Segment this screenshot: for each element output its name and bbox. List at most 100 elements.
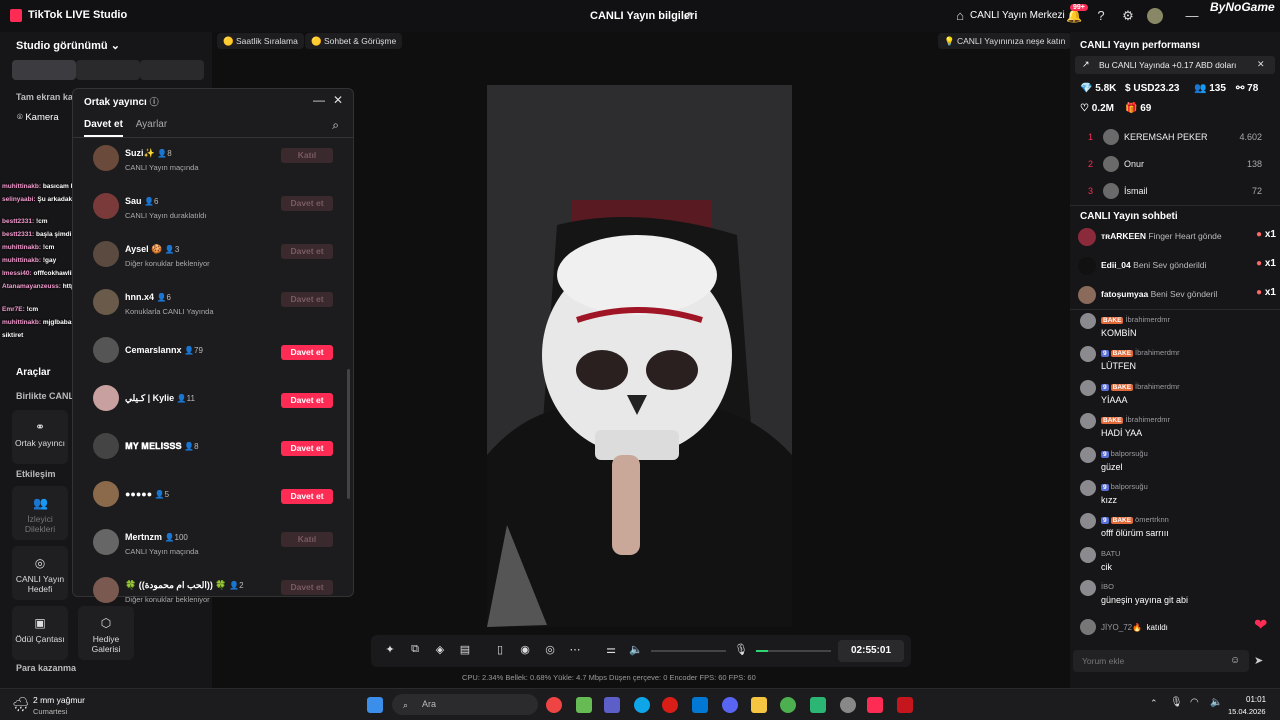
- obs-icon[interactable]: [840, 697, 856, 713]
- chrome-icon[interactable]: [546, 697, 562, 713]
- live-center-link[interactable]: CANLI Yayın Merkezi: [970, 10, 1065, 21]
- follower-count: 👤2: [229, 581, 244, 590]
- gear-icon[interactable]: ⚙: [1120, 8, 1136, 24]
- tiktok-taskbar-icon[interactable]: [867, 697, 883, 713]
- cohost-list-item: Sau 👤6 CANLI Yayın duraklatıldı Davet et: [93, 193, 333, 233]
- folder-icon[interactable]: [751, 697, 767, 713]
- invite-button[interactable]: Davet et: [281, 489, 333, 504]
- weather-icon: 🌧: [12, 696, 30, 712]
- windows-start-icon[interactable]: [367, 697, 383, 713]
- minimize-popup-icon[interactable]: —: [313, 93, 325, 107]
- popup-title: Ortak yayıncı ⓘ: [84, 97, 159, 108]
- record-icon[interactable]: ◉: [518, 643, 532, 656]
- video-app-icon[interactable]: [897, 697, 913, 713]
- reward-bag-tool[interactable]: ▣ Ödül Çantası: [12, 606, 68, 660]
- magic-icon[interactable]: ✦: [383, 643, 397, 656]
- gift-icon: ●: [1256, 229, 1263, 240]
- translate-icon[interactable]: ⧉: [408, 643, 422, 656]
- portrait-mode-button[interactable]: [12, 60, 76, 80]
- microphone-icon[interactable]: 🎙: [734, 643, 748, 656]
- mic-tray-icon[interactable]: 🎙: [1170, 697, 1183, 708]
- studio-view-dropdown[interactable]: Studio görünümü ⌄: [16, 39, 120, 52]
- overlay-chat-message: muhittinakb: !cm: [2, 244, 55, 251]
- wifi-icon[interactable]: ◠: [1190, 697, 1199, 708]
- files-icon[interactable]: [576, 697, 592, 713]
- tab-invite[interactable]: Davet et: [84, 119, 123, 137]
- clock-date[interactable]: 15.04.2026: [1228, 707, 1266, 716]
- help-icon[interactable]: ?: [1093, 8, 1109, 24]
- invite-button[interactable]: Davet et: [281, 292, 333, 307]
- invite-button[interactable]: Davet et: [281, 441, 333, 456]
- cohost-list-item: Cemarslannx 👤79 Davet et: [93, 337, 333, 377]
- discord-icon[interactable]: [722, 697, 738, 713]
- add-fun-chip[interactable]: 💡 CANLI Yayınınıza neşe katın: [938, 33, 1072, 49]
- cohost-tool[interactable]: ⚭ Ortak yayıncı: [12, 410, 68, 464]
- cohost-name: ●●●●● 👤5: [125, 489, 170, 499]
- teams-icon[interactable]: [604, 697, 620, 713]
- ranking-name[interactable]: Onur: [1124, 159, 1144, 169]
- edge-icon[interactable]: [634, 697, 650, 713]
- opera-icon[interactable]: [662, 697, 678, 713]
- capture-icon[interactable]: ◎: [543, 643, 557, 656]
- invite-button[interactable]: Katıl: [281, 148, 333, 163]
- follower-count: 👤5: [154, 490, 170, 499]
- landscape-mode-button[interactable]: [76, 60, 140, 80]
- invite-button[interactable]: Davet et: [281, 393, 333, 408]
- scrollbar[interactable]: [347, 369, 350, 499]
- ranking-value: 4.602: [1239, 132, 1262, 142]
- tools-heading: Araçlar: [16, 367, 51, 378]
- store-icon[interactable]: [692, 697, 708, 713]
- multi-mode-button[interactable]: [140, 60, 204, 80]
- share-icon[interactable]: ↗: [680, 8, 696, 24]
- close-icon[interactable]: ✕: [333, 93, 343, 107]
- avatar[interactable]: [1147, 8, 1163, 24]
- cohost-list-item: ●●●●● 👤5 Davet et: [93, 481, 333, 521]
- send-icon[interactable]: ➤: [1254, 654, 1263, 667]
- minimize-icon[interactable]: —: [1184, 8, 1200, 24]
- chrome-alt-icon[interactable]: [780, 697, 796, 713]
- effects-icon[interactable]: ◈: [433, 643, 447, 656]
- tray-chevron-icon[interactable]: ⌃: [1150, 698, 1158, 709]
- weather-text[interactable]: 2 mm yağmur: [33, 695, 85, 705]
- live-goal-tool[interactable]: ◎ CANLI Yayın Hedefi: [12, 546, 68, 600]
- ranking-name[interactable]: İsmail: [1124, 186, 1148, 196]
- speaker-icon[interactable]: 🔈: [629, 643, 643, 656]
- link-icon: ⚭: [34, 420, 46, 434]
- comment-input[interactable]: Yorum ekle: [1073, 650, 1249, 672]
- media-icon[interactable]: ▤: [458, 643, 472, 656]
- stat-viewers: 👥 135: [1194, 83, 1226, 94]
- invite-button[interactable]: Davet et: [281, 580, 333, 595]
- volume-slider[interactable]: [651, 650, 726, 652]
- mixer-icon[interactable]: ⚌: [604, 643, 618, 656]
- viewer-requests-tool[interactable]: 👥 İzleyici Dilekleri: [12, 486, 68, 540]
- avatar: [1080, 619, 1096, 635]
- taskbar-search[interactable]: Ara: [392, 694, 538, 715]
- cohost-name: Mertnzm 👤100: [125, 532, 188, 542]
- invite-button[interactable]: Davet et: [281, 244, 333, 259]
- invite-button[interactable]: Davet et: [281, 345, 333, 360]
- avatar: [93, 337, 119, 363]
- invite-button[interactable]: Davet et: [281, 196, 333, 211]
- more-icon[interactable]: ⋯: [568, 643, 582, 656]
- emoji-icon[interactable]: ☺: [1230, 655, 1240, 666]
- close-banner-icon[interactable]: ✕: [1257, 59, 1265, 70]
- mic-slider[interactable]: [756, 650, 831, 652]
- chat-text: cik: [1101, 561, 1112, 572]
- volume-icon[interactable]: 🔈: [1210, 697, 1222, 708]
- clock-time[interactable]: 01:01: [1246, 695, 1266, 704]
- together-live-label: Birlikte CANLI: [16, 391, 77, 401]
- cohost-status: Diğer konuklar bekleniyor: [125, 259, 210, 268]
- chat-call-chip[interactable]: 🟡 Sohbet & Görüşme: [305, 33, 403, 49]
- weather-day: Cumartesi: [33, 707, 68, 716]
- phone-icon[interactable]: ▯: [493, 643, 507, 656]
- camera-source[interactable]: ⌾ Kamera: [17, 112, 59, 123]
- search-icon[interactable]: ⌕: [332, 118, 339, 133]
- app-icon[interactable]: [810, 697, 826, 713]
- invite-button[interactable]: Katıl: [281, 532, 333, 547]
- monetization-label: Para kazanma: [16, 663, 77, 673]
- tab-settings[interactable]: Ayarlar: [136, 119, 168, 130]
- ranking-name[interactable]: KEREMSAH PEKER: [1124, 132, 1208, 142]
- home-icon[interactable]: ⌂: [952, 8, 968, 24]
- hourly-ranking-chip[interactable]: 🟡 Saatlik Sıralama: [217, 33, 304, 49]
- camera-feed-image: [487, 85, 792, 627]
